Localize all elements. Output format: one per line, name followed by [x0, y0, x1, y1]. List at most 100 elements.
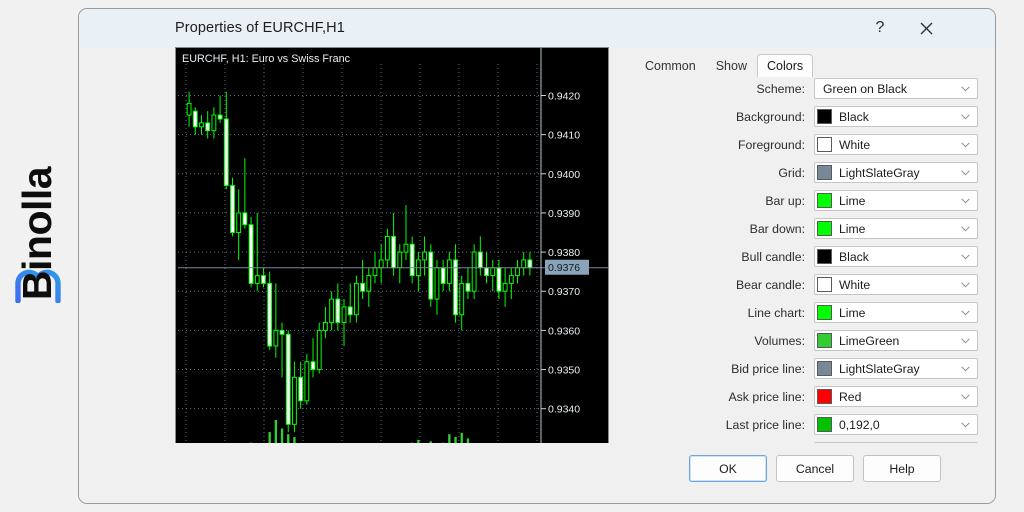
chevron-down-icon	[961, 114, 970, 120]
chevron-down-icon	[961, 338, 970, 344]
color-value: Lime	[839, 221, 866, 236]
question-mark-icon: ?	[875, 19, 885, 36]
color-dropdown[interactable]: Lime	[814, 302, 978, 324]
color-row-label: Line chart:	[747, 305, 805, 320]
color-value: Red	[839, 389, 862, 404]
tab-common[interactable]: Common	[635, 55, 706, 77]
color-swatch-icon	[817, 193, 832, 209]
color-dropdown[interactable]: White	[814, 134, 978, 156]
titlebar-help-button[interactable]: ?	[857, 9, 903, 47]
svg-text:0.9380: 0.9380	[548, 247, 580, 259]
row-bar-up: Bar up: Lime	[619, 189, 995, 213]
svg-text:0.9390: 0.9390	[548, 208, 580, 220]
row-line-chart: Line chart: Lime	[619, 301, 995, 325]
color-value: 0,192,0	[839, 417, 880, 432]
chevron-down-icon	[961, 310, 970, 316]
dialog-title: Properties of EURCHF,H1	[175, 20, 345, 36]
svg-text:0.9410: 0.9410	[548, 130, 580, 142]
color-swatch-icon	[817, 221, 832, 237]
color-row-label: Last price line:	[725, 417, 805, 432]
row-background: Background: Black	[619, 105, 995, 129]
row-foreground: Foreground: White	[619, 133, 995, 157]
settings-panel: Common Show Colors Scheme: Green on Blac…	[619, 47, 995, 464]
row-last-price-line: Last price line: 0,192,0	[619, 413, 995, 437]
chevron-down-icon	[961, 282, 970, 288]
color-value: LimeGreen	[839, 333, 900, 348]
close-icon	[920, 22, 932, 34]
color-dropdown[interactable]: Lime	[814, 218, 978, 240]
color-value: Lime	[839, 193, 866, 208]
color-swatch-icon	[817, 361, 832, 377]
row-scheme: Scheme: Green on Black	[619, 77, 995, 101]
color-dropdown[interactable]: Lime	[814, 190, 978, 212]
chevron-down-icon	[961, 366, 970, 372]
chevron-down-icon	[961, 86, 970, 92]
color-swatch-icon	[817, 277, 832, 293]
color-value: Black	[839, 249, 869, 264]
svg-text:0.9350: 0.9350	[548, 365, 580, 377]
chart-canvas: 0.9420 0.9410 0.9400 0.9390 0.9380 0.9370 0.93…	[176, 48, 608, 474]
color-row-label: Bar up:	[765, 193, 805, 208]
row-bar-down: Bar down: Lime	[619, 217, 995, 241]
color-row-label: Grid:	[778, 165, 805, 180]
svg-text:0.9376: 0.9376	[548, 262, 580, 274]
color-dropdown[interactable]: LimeGreen	[814, 330, 978, 352]
scheme-value: Green on Black	[823, 81, 908, 96]
svg-text:0.9360: 0.9360	[548, 325, 580, 337]
color-row-label: Bar down:	[749, 221, 805, 236]
scheme-dropdown[interactable]: Green on Black	[814, 78, 978, 100]
color-row-label: Background:	[735, 109, 805, 124]
color-swatch-icon	[817, 417, 832, 433]
color-swatch-icon	[817, 389, 832, 405]
row-grid: Grid: LightSlateGray	[619, 161, 995, 185]
color-swatch-icon	[817, 249, 832, 265]
color-dropdown[interactable]: Red	[814, 386, 978, 408]
color-value: LightSlateGray	[839, 165, 920, 180]
brand-wordmark: Binolla	[14, 166, 61, 300]
color-dropdown[interactable]: White	[814, 274, 978, 296]
color-dropdown[interactable]: LightSlateGray	[814, 358, 978, 380]
color-swatch-icon	[817, 165, 832, 181]
svg-text:0.9420: 0.9420	[548, 90, 580, 102]
color-dropdown[interactable]: Black	[814, 246, 978, 268]
color-settings-list: Scheme: Green on Black Background: Black F…	[619, 77, 995, 469]
color-value: Black	[839, 109, 869, 124]
tab-colors[interactable]: Colors	[757, 54, 814, 77]
help-button[interactable]: Help	[863, 455, 941, 482]
svg-text:0.9370: 0.9370	[548, 286, 580, 298]
tab-bar: Common Show Colors	[635, 54, 814, 77]
color-row-label: Volumes:	[754, 333, 805, 348]
row-bid-price-line: Bid price line: LightSlateGray	[619, 357, 995, 381]
color-dropdown[interactable]: LightSlateGray	[814, 162, 978, 184]
properties-dialog: Properties of EURCHF,H1 ? 0.9420 0.9410 0.…	[78, 8, 996, 504]
color-row-label: Bid price line:	[731, 361, 805, 376]
svg-text:EURCHF, H1: Euro vs Swiss Fra: EURCHF, H1: Euro vs Swiss Franc	[182, 53, 351, 65]
titlebar-close-button[interactable]	[903, 9, 949, 47]
chevron-down-icon	[961, 226, 970, 232]
chevron-down-icon	[961, 394, 970, 400]
color-dropdown[interactable]: 0,192,0	[814, 414, 978, 436]
color-value: Lime	[839, 305, 866, 320]
dialog-titlebar: Properties of EURCHF,H1 ?	[79, 9, 995, 47]
chevron-down-icon	[961, 198, 970, 204]
brand-sidebar: Binolla	[0, 0, 76, 512]
color-row-label: Ask price line:	[728, 389, 805, 404]
color-dropdown[interactable]: Black	[814, 106, 978, 128]
color-row-label: Foreground:	[738, 137, 805, 152]
scheme-label: Scheme:	[756, 81, 805, 96]
color-swatch-icon	[817, 333, 832, 349]
chevron-down-icon	[961, 254, 970, 260]
tab-show[interactable]: Show	[706, 55, 757, 77]
ok-button[interactable]: OK	[689, 455, 767, 482]
color-value: LightSlateGray	[839, 361, 920, 376]
svg-text:0.9340: 0.9340	[548, 404, 580, 416]
row-volumes: Volumes: LimeGreen	[619, 329, 995, 353]
color-row-label: Bull candle:	[741, 249, 805, 264]
chevron-down-icon	[961, 142, 970, 148]
row-bull-candle: Bull candle: Black	[619, 245, 995, 269]
cancel-button[interactable]: Cancel	[776, 455, 854, 482]
svg-text:0.9400: 0.9400	[548, 169, 580, 181]
chevron-down-icon	[961, 422, 970, 428]
color-swatch-icon	[817, 137, 832, 153]
color-swatch-icon	[817, 109, 832, 125]
